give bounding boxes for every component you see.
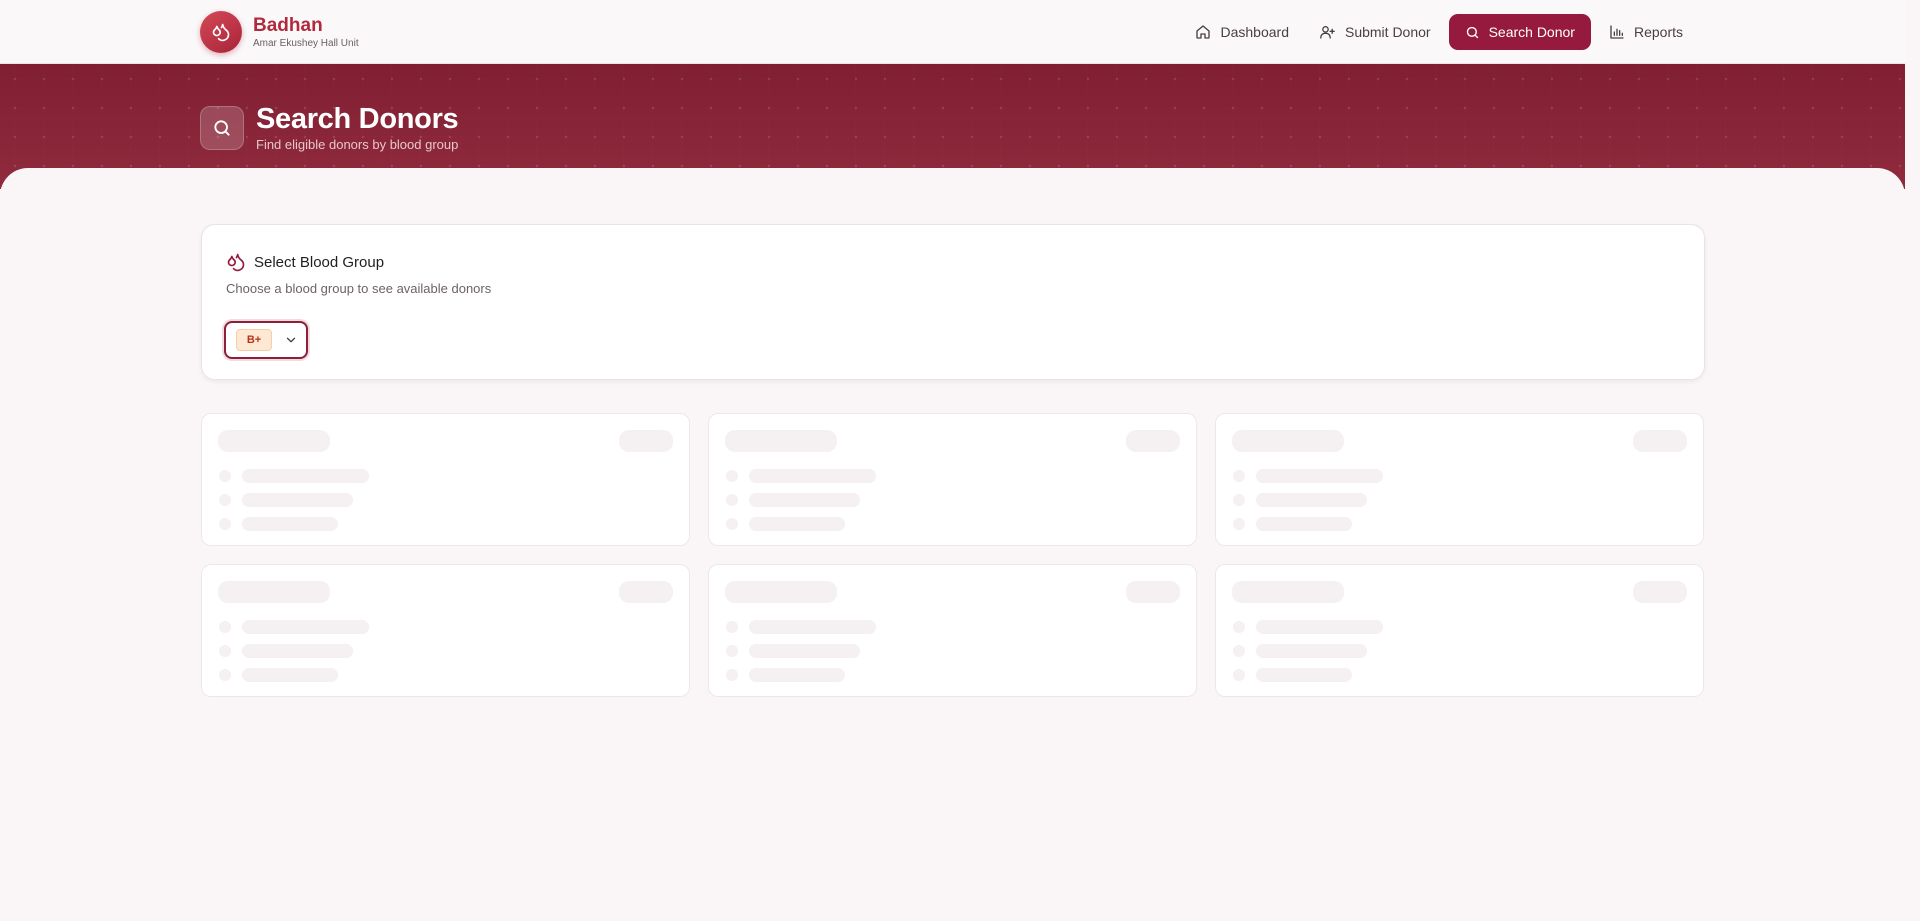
page-title: Search Donors: [256, 103, 459, 135]
blood-group-card-title: Select Blood Group: [254, 253, 385, 271]
selected-blood-group-badge: B+: [236, 329, 272, 351]
skeleton-dot: [1233, 621, 1245, 633]
skeleton-dot: [219, 470, 231, 482]
chevron-down-icon: [284, 333, 298, 347]
main-content: Select Blood Group Choose a blood group …: [0, 168, 1905, 921]
skeleton-title: [218, 430, 330, 452]
skeleton-line: [242, 620, 369, 634]
skeleton-dot: [219, 494, 231, 506]
blood-drops-icon: [227, 253, 245, 272]
skeleton-dot: [219, 645, 231, 657]
nav-search-donor-label: Search Donor: [1488, 24, 1575, 40]
home-icon: [1196, 25, 1211, 39]
top-navbar: Badhan Amar Ekushey Hall Unit Dashboard …: [0, 0, 1905, 64]
skeleton-badge: [619, 430, 673, 452]
skeleton-dot: [726, 470, 738, 482]
skeleton-line: [749, 620, 876, 634]
skeleton-line: [1256, 517, 1352, 531]
skeleton-line: [242, 469, 369, 483]
search-icon: [1466, 26, 1478, 38]
skeleton-title: [1232, 430, 1344, 452]
user-plus-icon: [1320, 26, 1335, 39]
skeleton-dot: [1233, 494, 1245, 506]
skeleton-line: [1256, 469, 1383, 483]
skeleton-dot: [219, 669, 231, 681]
brand[interactable]: Badhan Amar Ekushey Hall Unit: [200, 11, 359, 53]
skeleton-dot: [726, 494, 738, 506]
skeleton-dot: [726, 621, 738, 633]
skeleton-line: [1256, 668, 1352, 682]
search-icon: [200, 106, 244, 150]
skeleton-dot: [726, 645, 738, 657]
skeleton-dot: [1233, 518, 1245, 530]
blood-drop-icon: [200, 11, 242, 53]
skeleton-dot: [219, 621, 231, 633]
main-nav: Dashboard Submit Donor Search Donor Repo…: [1183, 14, 1695, 50]
bar-chart-icon: [1610, 25, 1624, 39]
donor-card-skeleton: [1215, 564, 1704, 697]
skeleton-title: [725, 581, 837, 603]
skeleton-line: [749, 469, 876, 483]
nav-search-donor[interactable]: Search Donor: [1448, 14, 1591, 50]
skeleton-title: [218, 581, 330, 603]
donor-card-skeleton: [708, 413, 1197, 546]
skeleton-line: [242, 517, 338, 531]
skeleton-line: [1256, 644, 1367, 658]
page-subtitle: Find eligible donors by blood group: [256, 137, 459, 152]
skeleton-line: [242, 668, 338, 682]
blood-group-card: Select Blood Group Choose a blood group …: [201, 224, 1705, 380]
skeleton-line: [1256, 493, 1367, 507]
skeleton-dot: [1233, 470, 1245, 482]
skeleton-badge: [1126, 430, 1180, 452]
skeleton-line: [749, 493, 860, 507]
nav-dashboard[interactable]: Dashboard: [1183, 14, 1301, 50]
donor-card-skeleton: [201, 564, 690, 697]
brand-name: Badhan: [253, 14, 323, 36]
skeleton-title: [1232, 581, 1344, 603]
blood-group-select[interactable]: B+: [224, 321, 308, 359]
nav-reports[interactable]: Reports: [1597, 14, 1695, 50]
nav-submit-donor-label: Submit Donor: [1344, 24, 1431, 40]
donor-card-skeleton: [708, 564, 1197, 697]
blood-group-card-description: Choose a blood group to see available do…: [226, 281, 492, 296]
skeleton-dot: [726, 669, 738, 681]
skeleton-line: [749, 644, 860, 658]
skeleton-badge: [1633, 581, 1687, 603]
skeleton-dot: [219, 518, 231, 530]
skeleton-dot: [1233, 669, 1245, 681]
skeleton-title: [725, 430, 837, 452]
brand-subtitle: Amar Ekushey Hall Unit: [253, 37, 359, 49]
donor-card-skeleton: [201, 413, 690, 546]
skeleton-dot: [1233, 645, 1245, 657]
skeleton-line: [749, 668, 845, 682]
nav-dashboard-label: Dashboard: [1220, 24, 1289, 40]
skeleton-dot: [726, 518, 738, 530]
skeleton-badge: [1126, 581, 1180, 603]
nav-submit-donor[interactable]: Submit Donor: [1307, 14, 1443, 50]
skeleton-line: [1256, 620, 1383, 634]
skeleton-line: [242, 493, 353, 507]
skeleton-badge: [1633, 430, 1687, 452]
donor-card-skeleton: [1215, 413, 1704, 546]
nav-reports-label: Reports: [1633, 24, 1683, 40]
skeleton-line: [749, 517, 845, 531]
skeleton-line: [242, 644, 353, 658]
skeleton-badge: [619, 581, 673, 603]
